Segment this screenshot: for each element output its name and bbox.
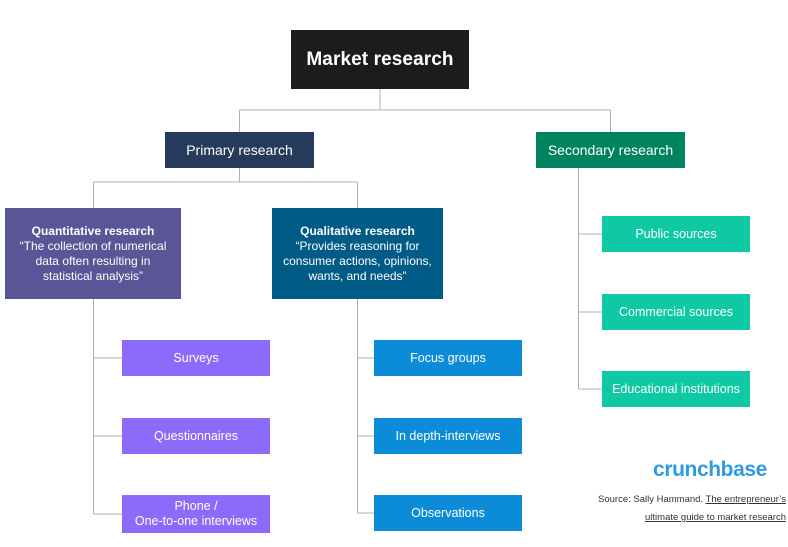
node-observations-label: Observations <box>411 505 485 520</box>
node-public-sources-label: Public sources <box>635 226 717 241</box>
node-questionnaires[interactable]: Questionnaires <box>122 418 270 454</box>
node-in-depth-interviews[interactable]: In depth-interviews <box>374 418 522 454</box>
node-focus-groups-label: Focus groups <box>410 350 486 365</box>
node-in-depth-interviews-label: In depth-interviews <box>395 428 501 443</box>
node-educational-institutions-label: Educational institutions <box>612 381 740 396</box>
node-questionnaires-label: Questionnaires <box>153 428 239 443</box>
node-qualitative-title: Qualitative research <box>300 223 415 238</box>
node-primary-research-label: Primary research <box>186 142 293 158</box>
node-secondary-research[interactable]: Secondary research <box>536 132 685 168</box>
node-surveys-label: Surveys <box>173 350 219 365</box>
node-surveys[interactable]: Surveys <box>122 340 270 376</box>
node-public-sources[interactable]: Public sources <box>602 216 750 252</box>
node-qualitative-research[interactable]: Qualitative research “Provides reasoning… <box>272 208 443 299</box>
node-quantitative-research[interactable]: Quantitative research “The collection of… <box>5 208 181 299</box>
node-market-research[interactable]: Market research <box>291 30 469 89</box>
node-quantitative-description: “The collection of numerical data often … <box>19 238 167 283</box>
crunchbase-logo: crunchbase <box>653 458 767 481</box>
node-qualitative-description: “Provides reasoning for consumer actions… <box>283 238 432 283</box>
node-focus-groups[interactable]: Focus groups <box>374 340 522 376</box>
node-quantitative-title: Quantitative research <box>31 223 155 238</box>
node-observations[interactable]: Observations <box>374 495 522 531</box>
source-link-line-1[interactable]: The entrepreneur’s <box>706 494 786 505</box>
source-prefix: Source: Sally Hammand. <box>598 494 704 505</box>
node-secondary-research-label: Secondary research <box>547 142 674 158</box>
node-educational-institutions[interactable]: Educational institutions <box>602 371 750 407</box>
source-link-line-2[interactable]: ultimate guide to market research <box>645 512 786 523</box>
node-primary-research[interactable]: Primary research <box>165 132 314 168</box>
node-commercial-sources-label: Commercial sources <box>619 304 733 319</box>
source-attribution: Source: Sally Hammand. The entrepreneur’… <box>596 491 786 527</box>
node-commercial-sources[interactable]: Commercial sources <box>602 294 750 330</box>
node-phone-one-to-one-interviews-label: Phone / One-to-one interviews <box>134 499 258 528</box>
node-market-research-label: Market research <box>306 48 454 70</box>
node-phone-one-to-one-interviews[interactable]: Phone / One-to-one interviews <box>122 495 270 533</box>
